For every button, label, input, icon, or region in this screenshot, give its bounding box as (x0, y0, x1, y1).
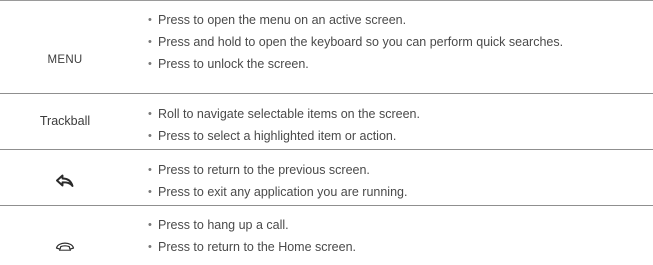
list-item: Roll to navigate selectable items on the… (148, 103, 420, 125)
action-list: Press to open the menu on an active scre… (148, 9, 563, 75)
list-item: Press to return to the previous screen. (148, 159, 407, 181)
action-list: Roll to navigate selectable items on the… (148, 103, 420, 147)
action-list: Press to return to the previous screen. … (148, 159, 407, 203)
back-arrow-icon (56, 174, 74, 188)
key-label-trackball: Trackball (39, 114, 91, 128)
list-item: Press to select a highlighted item or ac… (148, 125, 420, 147)
table-row-back: Press to return to the previous screen. … (0, 149, 653, 205)
table-row-end-call: Press to hang up a call. Press to return… (0, 205, 653, 265)
list-item: Press to unlock the screen. (148, 53, 563, 75)
list-item: Press to return to the Home screen. (148, 236, 356, 258)
key-icon-cell (0, 205, 130, 265)
button-reference-table: MENU Press to open the menu on an active… (0, 0, 653, 265)
table-row-trackball: Trackball Roll to navigate selectable it… (0, 93, 653, 149)
action-list: Press to hang up a call. Press to return… (148, 214, 356, 258)
key-icon-cell (0, 149, 130, 205)
list-item: Press and hold to open the keyboard so y… (148, 31, 563, 53)
table-row-menu: MENU Press to open the menu on an active… (0, 0, 653, 93)
key-label-menu: MENU (47, 53, 83, 66)
end-call-icon (55, 239, 75, 251)
list-item: Press to open the menu on an active scre… (148, 9, 563, 31)
list-item: Press to exit any application you are ru… (148, 181, 407, 203)
list-item: Press to hang up a call. (148, 214, 356, 236)
